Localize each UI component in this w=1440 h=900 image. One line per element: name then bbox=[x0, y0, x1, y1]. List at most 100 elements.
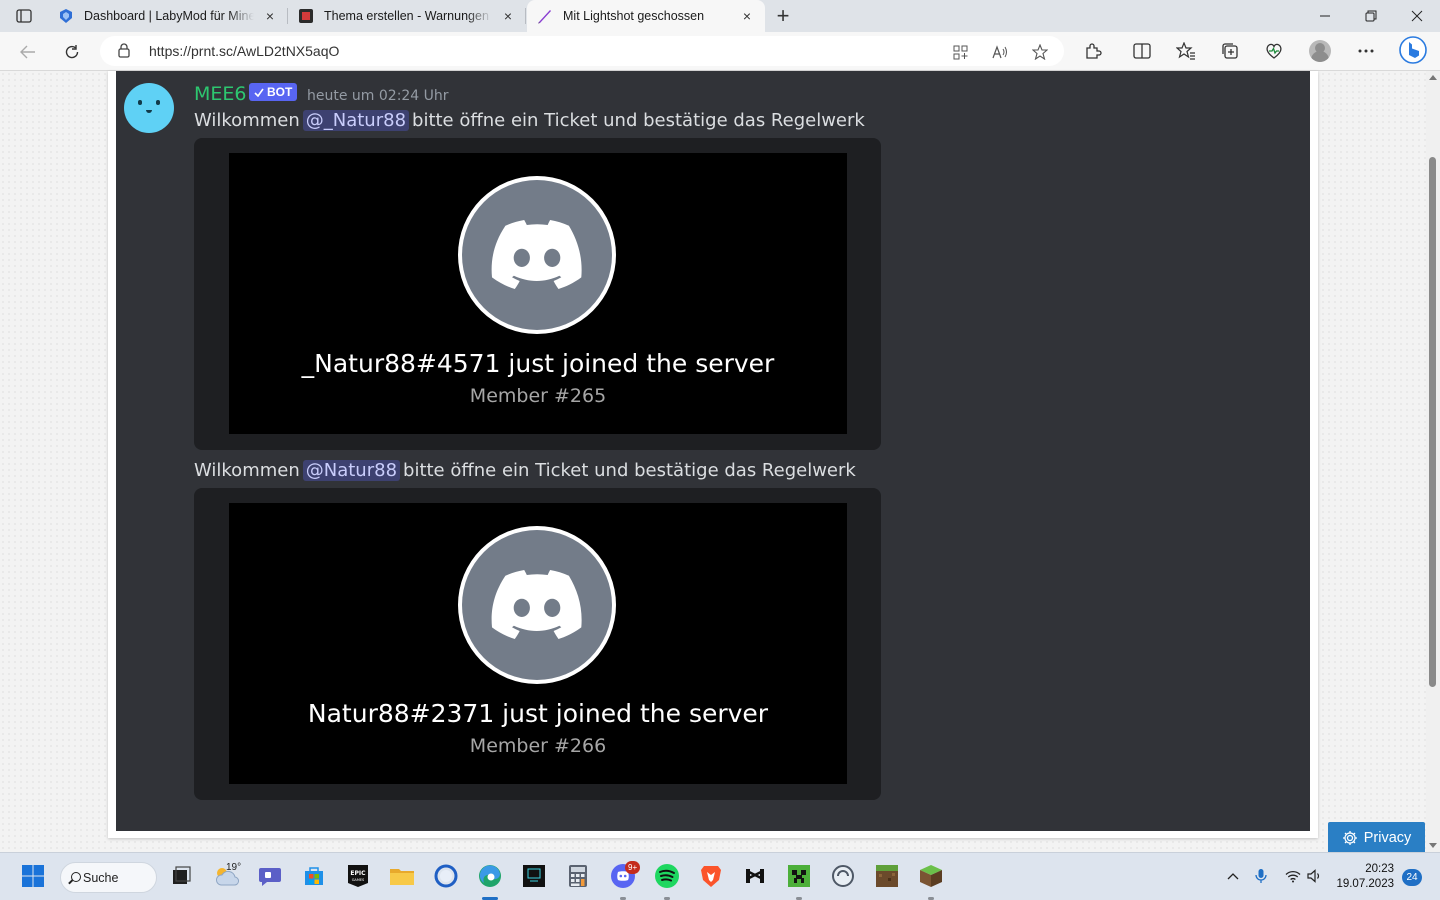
discord-logo-icon bbox=[462, 530, 612, 680]
collections-icon[interactable] bbox=[1218, 40, 1242, 62]
forum-icon bbox=[298, 8, 314, 24]
microphone-icon[interactable] bbox=[1252, 867, 1270, 885]
privacy-label: Privacy bbox=[1363, 829, 1412, 846]
browser-toolbar: https://prnt.sc/AwLD2tNX5aqO bbox=[0, 32, 1440, 71]
joined-text: _Natur88#4571 just joined the server bbox=[301, 349, 775, 378]
message-text: Wilkommen @Natur88 bitte öffne ein Ticke… bbox=[194, 460, 856, 481]
browser-essentials-icon[interactable] bbox=[1262, 40, 1286, 62]
svg-text:EPIC: EPIC bbox=[350, 870, 366, 877]
read-aloud-icon[interactable] bbox=[989, 42, 1011, 62]
new-tab-button[interactable]: + bbox=[770, 3, 796, 28]
tab-label: Thema erstellen - Warnungen von bbox=[324, 9, 492, 23]
calculator-icon[interactable] bbox=[565, 863, 591, 889]
minimize-button[interactable] bbox=[1302, 0, 1348, 32]
tab-actions-icon[interactable] bbox=[12, 6, 36, 26]
bing-icon[interactable] bbox=[1398, 35, 1428, 65]
message-suffix: bitte öffne ein Ticket und bestätige das… bbox=[403, 460, 856, 481]
avatar-eye bbox=[138, 100, 142, 105]
tab-label: Mit Lightshot geschossen bbox=[563, 9, 705, 23]
message-timestamp: heute um 02:24 Uhr bbox=[307, 88, 449, 104]
weather-temperature: 19° bbox=[226, 862, 242, 873]
tab-lightshot[interactable]: Mit Lightshot geschossen × bbox=[527, 0, 765, 32]
scroll-up-icon[interactable] bbox=[1429, 75, 1437, 80]
more-icon[interactable] bbox=[1354, 40, 1378, 62]
profile-icon[interactable] bbox=[1309, 40, 1331, 62]
edge-icon[interactable] bbox=[477, 863, 503, 889]
brave-browser-icon[interactable] bbox=[698, 863, 724, 889]
back-icon[interactable] bbox=[14, 39, 42, 65]
user-mention: @Natur88 bbox=[302, 460, 401, 481]
microsoft-store-icon[interactable] bbox=[301, 863, 327, 889]
settings-gear-icon bbox=[1342, 830, 1357, 845]
discord-avatar-ring bbox=[458, 176, 616, 334]
teams-chat-icon[interactable] bbox=[257, 863, 283, 889]
tab-close-icon[interactable]: × bbox=[500, 8, 516, 24]
bot-badge: BOT bbox=[249, 83, 298, 101]
message-author: MEE6 bbox=[194, 83, 247, 105]
terminal-app-icon[interactable] bbox=[521, 863, 547, 889]
capcut-icon[interactable] bbox=[742, 863, 768, 889]
svg-text:GAMES: GAMES bbox=[352, 878, 365, 882]
task-view-icon[interactable] bbox=[168, 863, 194, 889]
minecraft-grass-block-icon[interactable] bbox=[918, 863, 944, 889]
bot-badge-label: BOT bbox=[267, 85, 293, 99]
message-suffix: bitte öffne ein Ticket und bestätige das… bbox=[412, 110, 865, 131]
system-clock[interactable]: 20:23 19.07.2023 bbox=[1336, 862, 1394, 892]
windows-start-icon[interactable] bbox=[20, 863, 46, 889]
privacy-button[interactable]: Privacy bbox=[1328, 822, 1425, 853]
page-scrollbar[interactable] bbox=[1426, 71, 1440, 852]
url-text[interactable]: https://prnt.sc/AwLD2tNX5aqO bbox=[149, 43, 339, 59]
favorite-star-icon[interactable] bbox=[1029, 42, 1051, 62]
favorites-icon[interactable] bbox=[1174, 40, 1198, 62]
welcome-embed: _Natur88#4571 just joined the server Mem… bbox=[194, 138, 881, 450]
file-explorer-icon[interactable] bbox=[389, 863, 415, 889]
labymod-icon bbox=[58, 8, 74, 24]
tab-label: Dashboard | LabyMod für Minecraft bbox=[84, 9, 254, 23]
discord-notification-badge: 9+ bbox=[625, 861, 641, 874]
cortana-icon[interactable] bbox=[433, 863, 459, 889]
discord-logo-icon bbox=[462, 180, 612, 330]
close-window-button[interactable] bbox=[1394, 0, 1440, 32]
joined-text: Natur88#2371 just joined the server bbox=[307, 699, 769, 728]
reload-icon[interactable] bbox=[58, 39, 86, 65]
taskbar-search[interactable]: Suche bbox=[60, 862, 157, 893]
tab-close-icon[interactable]: × bbox=[262, 8, 278, 24]
user-mention: @_Natur88 bbox=[302, 110, 410, 131]
welcome-card: _Natur88#4571 just joined the server Mem… bbox=[229, 153, 847, 434]
message-prefix: Wilkommen bbox=[194, 110, 300, 131]
search-icon bbox=[71, 872, 81, 882]
lightshot-icon bbox=[537, 8, 553, 24]
extensions-icon[interactable] bbox=[1081, 40, 1105, 62]
lock-icon[interactable] bbox=[118, 43, 130, 63]
chevron-up-icon[interactable] bbox=[1224, 867, 1242, 885]
volume-icon[interactable] bbox=[1306, 867, 1324, 885]
app-icon[interactable] bbox=[949, 42, 971, 62]
tab-close-icon[interactable]: × bbox=[739, 8, 755, 24]
taskbar: Suche 19° EPIC GAMES 9+ 20:23 19.07.2023… bbox=[0, 852, 1440, 900]
clock-time: 20:23 bbox=[1365, 863, 1394, 875]
message-prefix: Wilkommen bbox=[194, 460, 300, 481]
minecraft-dirt-block-icon[interactable] bbox=[874, 863, 900, 889]
notification-count-badge[interactable]: 24 bbox=[1402, 869, 1422, 886]
member-number: Member #266 bbox=[469, 735, 607, 757]
minecraft-launcher-icon[interactable] bbox=[786, 863, 812, 889]
avatar-mouth bbox=[146, 110, 152, 113]
scroll-down-icon[interactable] bbox=[1429, 843, 1437, 848]
epic-games-icon[interactable]: EPIC GAMES bbox=[345, 863, 371, 889]
avatar-eye bbox=[156, 100, 160, 105]
wifi-icon[interactable] bbox=[1284, 867, 1302, 885]
clock-date: 19.07.2023 bbox=[1336, 878, 1394, 890]
check-icon bbox=[254, 88, 264, 97]
split-screen-icon[interactable] bbox=[1130, 40, 1154, 62]
tab-forum[interactable]: Thema erstellen - Warnungen von × bbox=[288, 0, 526, 32]
address-bar[interactable]: https://prnt.sc/AwLD2tNX5aqO bbox=[100, 36, 1064, 66]
vpn-shield-icon[interactable] bbox=[830, 863, 856, 889]
member-number: Member #265 bbox=[469, 385, 607, 407]
scroll-thumb[interactable] bbox=[1429, 157, 1436, 687]
mee6-avatar bbox=[124, 83, 174, 133]
restore-button[interactable] bbox=[1348, 0, 1394, 32]
tab-labymod[interactable]: Dashboard | LabyMod für Minecraft × bbox=[48, 0, 288, 32]
spotify-icon[interactable] bbox=[654, 863, 680, 889]
welcome-embed: Natur88#2371 just joined the server Memb… bbox=[194, 488, 881, 800]
search-label: Suche bbox=[83, 870, 119, 885]
